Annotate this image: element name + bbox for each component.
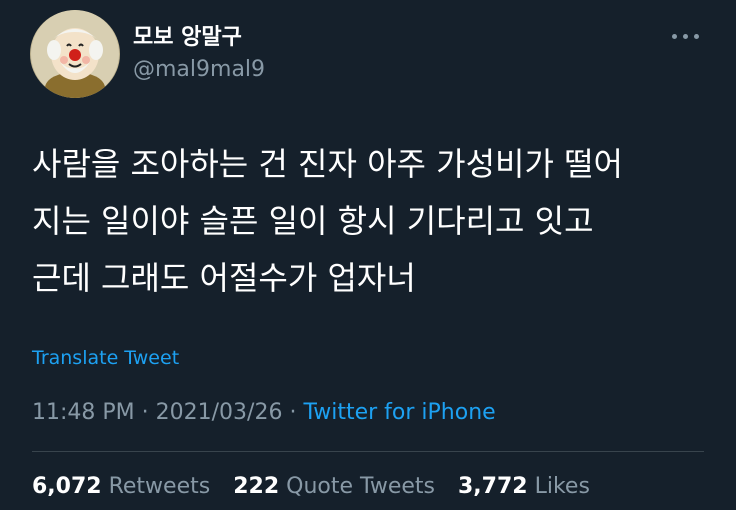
- tweet-text: 사람을 조아하는 건 진자 아주 가성비가 떨어 지는 일이야 슬픈 일이 항시…: [32, 136, 722, 307]
- avatar[interactable]: [30, 10, 120, 98]
- tweet-time[interactable]: 11:48 PM: [32, 400, 135, 425]
- likes-stat[interactable]: 3,772 Likes: [458, 474, 590, 499]
- tweet-detail: 모보 앙말구 @mal9mal9 사람을 조아하는 건 진자 아주 가성비가 떨…: [0, 0, 736, 510]
- quote-tweets-label: Quote Tweets: [286, 474, 435, 499]
- likes-count: 3,772: [457, 474, 528, 499]
- tweet-timestamp: 11:48 PM · 2021/03/26 · Twitter for iPho…: [32, 398, 496, 428]
- quote-tweets-stat[interactable]: 222 Quote Tweets: [233, 474, 435, 499]
- tweet-source-link[interactable]: Twitter for iPhone: [303, 400, 495, 425]
- meta-separator: ·: [282, 400, 304, 425]
- likes-label: Likes: [534, 474, 590, 499]
- retweets-stat[interactable]: 6,072 Retweets: [32, 474, 210, 499]
- author-display-name[interactable]: 모보 앙말구: [133, 24, 242, 52]
- tweet-stats: 6,072 Retweets 222 Quote Tweets 3,772 Li…: [32, 472, 606, 502]
- tweet-text-line: 근데 그래도 어절수가 업자너: [32, 259, 416, 297]
- tweet-text-line: 지는 일이야 슬픈 일이 항시 기다리고 잇고: [32, 202, 594, 240]
- more-horizontal-icon: [683, 34, 688, 39]
- more-options-button[interactable]: [669, 26, 703, 46]
- retweets-label: Retweets: [108, 474, 211, 499]
- quote-tweets-count: 222: [233, 474, 280, 499]
- meta-separator: ·: [134, 400, 156, 425]
- divider: [32, 451, 704, 452]
- clown-avatar-icon: [31, 10, 119, 98]
- more-horizontal-icon: [694, 34, 699, 39]
- retweets-count: 6,072: [32, 474, 102, 499]
- more-horizontal-icon: [672, 34, 677, 39]
- tweet-text-line: 사람을 조아하는 건 진자 아주 가성비가 떨어: [32, 145, 623, 183]
- translate-tweet-link[interactable]: Translate Tweet: [32, 345, 179, 371]
- tweet-date[interactable]: 2021/03/26: [156, 400, 283, 425]
- author-handle[interactable]: @mal9mal9: [133, 56, 265, 84]
